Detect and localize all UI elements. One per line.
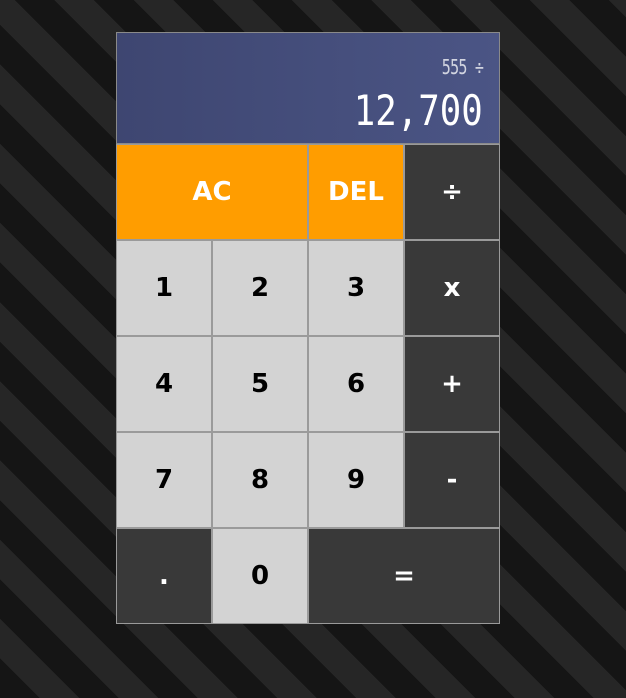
digit-0-button[interactable]: 0 <box>212 528 308 624</box>
divide-button[interactable]: ÷ <box>404 144 500 240</box>
multiply-button[interactable]: x <box>404 240 500 336</box>
digit-7-button[interactable]: 7 <box>116 432 212 528</box>
digit-3-button[interactable]: 3 <box>308 240 404 336</box>
digit-9-button[interactable]: 9 <box>308 432 404 528</box>
minus-button[interactable]: - <box>404 432 500 528</box>
calculator: 555 ÷ 12,700 AC DEL ÷ 1 2 3 x 4 5 6 + 7 … <box>116 32 500 624</box>
all-clear-button[interactable]: AC <box>116 144 308 240</box>
decimal-button[interactable]: . <box>116 528 212 624</box>
digit-8-button[interactable]: 8 <box>212 432 308 528</box>
digit-4-button[interactable]: 4 <box>116 336 212 432</box>
display-panel: 555 ÷ 12,700 <box>116 32 500 144</box>
current-operand: 12,700 <box>354 86 483 135</box>
equals-button[interactable]: = <box>308 528 500 624</box>
digit-5-button[interactable]: 5 <box>212 336 308 432</box>
digit-6-button[interactable]: 6 <box>308 336 404 432</box>
plus-button[interactable]: + <box>404 336 500 432</box>
previous-operand: 555 ÷ <box>441 55 484 79</box>
digit-2-button[interactable]: 2 <box>212 240 308 336</box>
delete-button[interactable]: DEL <box>308 144 404 240</box>
digit-1-button[interactable]: 1 <box>116 240 212 336</box>
